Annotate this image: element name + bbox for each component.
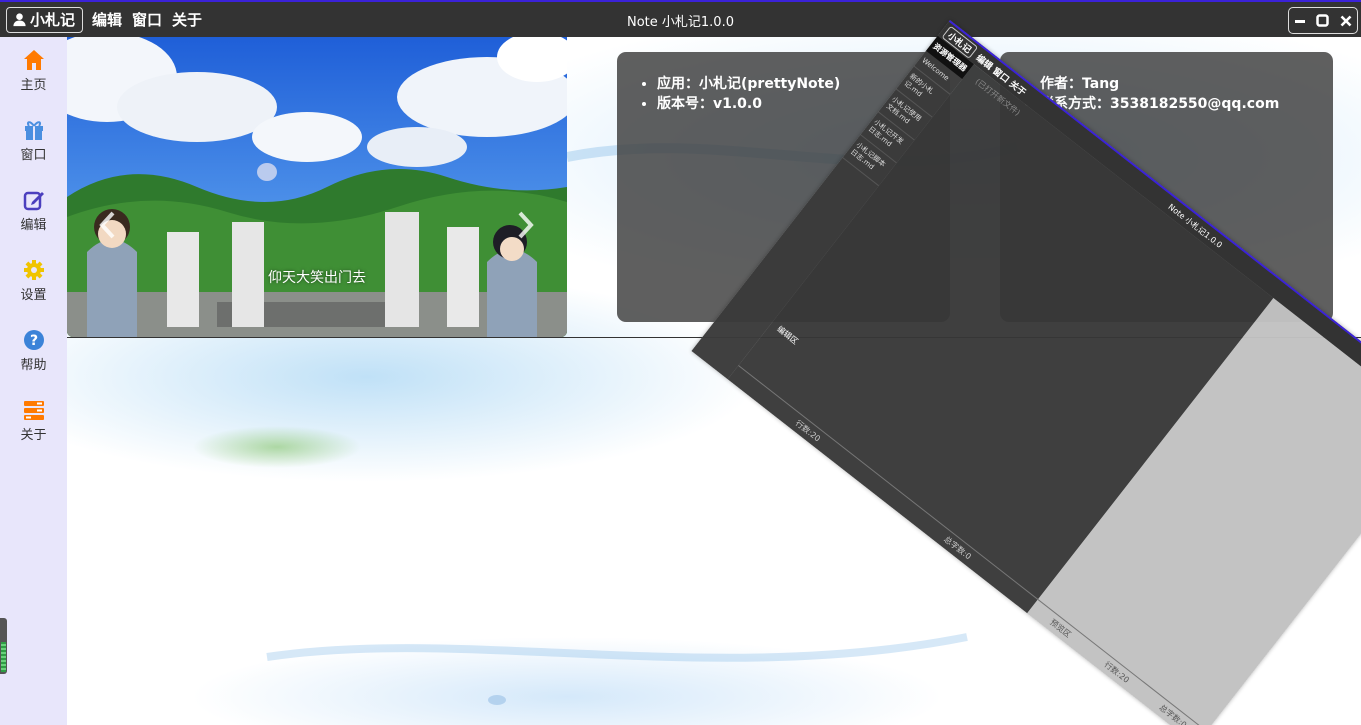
menu-edit[interactable]: 编辑 [92, 9, 122, 30]
chevron-right-icon [518, 211, 534, 239]
sidebar-item-label: 帮助 [20, 358, 47, 373]
maximize-icon [1316, 14, 1330, 27]
sidebar-item-help[interactable]: ? 帮助 [0, 317, 67, 377]
sidebar-item-settings[interactable]: 设置 [0, 247, 67, 307]
sidebar-item-home[interactable]: 主页 [0, 37, 67, 97]
sidebar-item-about[interactable]: 关于 [0, 387, 67, 447]
sidebar-item-label: 主页 [20, 78, 47, 93]
edit-icon [23, 189, 45, 211]
carousel-next-button[interactable] [512, 207, 540, 243]
sidebar-item-label: 关于 [20, 428, 47, 443]
sidebar-item-label: 编辑 [20, 218, 47, 233]
carousel-caption: 仰天大笑出门去 [268, 270, 366, 286]
sidebar-item-label: 设置 [20, 288, 47, 303]
sidebar-item-window[interactable]: 窗口 [0, 107, 67, 167]
close-icon [1340, 15, 1352, 26]
sidebar-scroll-handle[interactable] [0, 618, 7, 674]
app-window: 小札记 编辑 窗口 关于 Note 小札记1.0.0 主页 窗口 编辑 设置 ?… [0, 0, 1361, 725]
menu-bar: 编辑 窗口 关于 [92, 9, 202, 30]
menu-about[interactable]: 关于 [172, 9, 202, 30]
carousel-image [67, 37, 567, 337]
list-icon [23, 399, 45, 421]
sidebar-item-label: 窗口 [20, 148, 47, 163]
minimize-icon [1295, 19, 1306, 23]
app-brand-label: 小札记 [30, 11, 76, 29]
image-carousel: 仰天大笑出门去 [67, 37, 567, 337]
sidebar-item-edit[interactable]: 编辑 [0, 177, 67, 237]
help-icon: ? [23, 329, 45, 351]
close-button[interactable] [1338, 13, 1354, 29]
author-item: 作者：Tang [1040, 74, 1333, 94]
carousel-prev-button[interactable] [93, 207, 121, 243]
chevron-left-icon [99, 211, 115, 239]
home-icon [23, 49, 45, 71]
mini-editor-label: 编辑区 [775, 324, 800, 347]
contact-item: 联系方式：3538182550@qq.com [1040, 94, 1333, 114]
sidebar: 主页 窗口 编辑 设置 ? 帮助 关于 [0, 37, 67, 725]
gear-icon [23, 259, 45, 281]
title-bar: 小札记 编辑 窗口 关于 Note 小札记1.0.0 [0, 0, 1361, 37]
scroll-handle-grip [1, 642, 6, 672]
maximize-button[interactable] [1315, 13, 1331, 29]
menu-window[interactable]: 窗口 [132, 9, 162, 30]
window-controls [1288, 7, 1358, 34]
author-info-list: 作者：Tang 联系方式：3538182550@qq.com [1040, 74, 1333, 114]
app-brand-button[interactable]: 小札记 [6, 6, 84, 33]
user-icon [12, 12, 27, 27]
window-title: Note 小札记1.0.0 [627, 15, 734, 30]
svg-text:?: ? [29, 333, 37, 349]
gift-icon [23, 119, 45, 141]
minimize-button[interactable] [1292, 13, 1308, 29]
